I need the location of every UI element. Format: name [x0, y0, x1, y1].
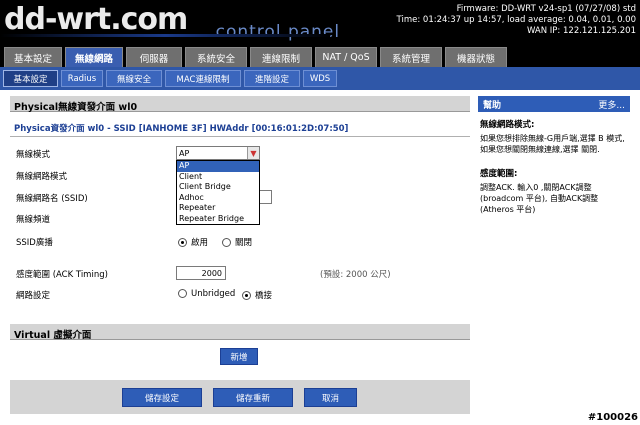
help-topic-sensitivity: 感度範圍: — [480, 169, 518, 179]
action-bar: 儲存設定 儲存重新 取消 — [10, 380, 470, 414]
add-virtual-button[interactable]: 新增 — [220, 348, 258, 365]
radio-bridged-label: 橋接 — [255, 291, 273, 301]
network-unbridged[interactable]: Unbridged — [178, 289, 235, 299]
fieldset-title: Physica資發介面 wl0 - SSID [IANHOME 3F] HWAd… — [14, 124, 349, 134]
ssid-broadcast-label: SSID廣播 — [16, 238, 53, 248]
ssid-broadcast-enable[interactable]: 啟用 — [178, 236, 208, 248]
channel-label: 無線頻道 — [16, 215, 51, 225]
firmware-version: Firmware: DD-WRT v24-sp1 (07/27/08) std — [456, 4, 636, 14]
help-text-sensitivity: 調整ACK. 輸入0 ,關閉ACK調整 (broadcom 平台), 自動ACK… — [480, 183, 599, 214]
settings-panel: Physical無線資發介面 wl0 Physica資發介面 wl0 - SSI… — [10, 96, 470, 381]
subtab-radius[interactable]: Radius — [61, 70, 103, 87]
ack-label: 感度範圍 (ACK Timing) — [16, 270, 108, 280]
radio-bridged[interactable] — [242, 291, 251, 300]
tab-administration[interactable]: 系統管理 — [380, 47, 442, 67]
radio-unbridged[interactable] — [178, 289, 187, 298]
help-header: 幫助 更多... — [478, 96, 630, 112]
subtab-advanced[interactable]: 進階設定 — [244, 70, 300, 87]
mode-option-ap[interactable]: AP — [177, 161, 259, 172]
radio-enable-label: 啟用 — [191, 238, 209, 248]
logo-band — [0, 34, 330, 37]
cancel-button[interactable]: 取消 — [304, 388, 357, 407]
apply-button[interactable]: 儲存重新 — [213, 388, 293, 407]
sub-tabs: 基本設定 Radius 無線安全 MAC連線限制 進階設定 WDS — [0, 67, 640, 90]
tab-status[interactable]: 機器狀態 — [445, 47, 507, 67]
tab-security[interactable]: 系統安全 — [185, 47, 247, 67]
ssid-input[interactable] — [258, 190, 272, 204]
dd-wrt-logo: dd-wrt.com — [4, 2, 188, 37]
content-area: Physical無線資發介面 wl0 Physica資發介面 wl0 - SSI… — [0, 90, 640, 425]
subtab-mac-filter[interactable]: MAC連線限制 — [165, 70, 241, 87]
main-tabs: 基本設定 無線網路 伺服器 系統安全 連線限制 NAT / QoS 系統管理 機… — [0, 45, 640, 67]
chevron-down-icon[interactable]: ▼ — [247, 147, 259, 159]
mode-option-repeater-bridge[interactable]: Repeater Bridge — [177, 214, 259, 225]
subtab-wds[interactable]: WDS — [303, 70, 337, 87]
tab-wireless[interactable]: 無線網路 — [65, 47, 123, 67]
mode-select-value: AP — [179, 148, 190, 158]
help-text-wireless-mode: 如果您想排除無線-G用戶端,選擇 B 模式,如果您想關閉無線連線,選擇 關閉. — [480, 134, 625, 154]
section-title: Physical無線資發介面 wl0 — [10, 96, 470, 113]
radio-disable-label: 關閉 — [235, 238, 253, 248]
help-panel: 幫助 更多... 無線網路模式: 如果您想排除無線-G用戶端,選擇 B 模式,如… — [478, 96, 630, 215]
fieldset-divider — [10, 136, 470, 137]
control-panel-label: ... control panel — [190, 22, 341, 42]
mode-dropdown: AP Client Client Bridge Adhoc Repeater R… — [176, 160, 260, 225]
tab-nat-qos[interactable]: NAT / QoS — [315, 47, 377, 67]
network-mode-label: 無線網路模式 — [16, 172, 68, 182]
tab-setup[interactable]: 基本設定 — [4, 47, 62, 67]
radio-unbridged-label: Unbridged — [191, 289, 236, 299]
ack-hint: (預設: 2000 公尺) — [320, 270, 391, 280]
help-body: 無線網路模式: 如果您想排除無線-G用戶端,選擇 B 模式,如果您想關閉無線連線… — [478, 120, 630, 215]
mode-select[interactable]: AP ▼ — [176, 146, 260, 160]
help-topic-wireless-mode: 無線網路模式: — [480, 120, 535, 130]
help-more-link[interactable]: 更多... — [598, 98, 625, 111]
tab-access-restrictions[interactable]: 連線限制 — [250, 47, 312, 67]
firmware-info: Firmware: DD-WRT v24-sp1 (07/27/08) std … — [397, 4, 636, 37]
network-bridged[interactable]: 橋接 — [242, 289, 272, 301]
wan-ip: WAN IP: 122.121.125.201 — [526, 26, 636, 36]
uptime: Time: 01:24:37 up 14:57, load average: 0… — [396, 15, 636, 25]
subtab-basic[interactable]: 基本設定 — [3, 70, 58, 87]
watermark: #100026 — [587, 412, 638, 423]
mode-option-adhoc[interactable]: Adhoc — [177, 193, 259, 204]
ssid-broadcast-disable[interactable]: 關閉 — [222, 236, 252, 248]
help-title: 幫助 — [483, 100, 502, 111]
subtab-wireless-security[interactable]: 無線安全 — [106, 70, 162, 87]
header: dd-wrt.com ... control panel Firmware: D… — [0, 0, 640, 45]
ssid-label: 無線網路名 (SSID) — [16, 194, 88, 204]
tab-services[interactable]: 伺服器 — [126, 47, 182, 67]
radio-disable[interactable] — [222, 238, 231, 247]
mode-option-repeater[interactable]: Repeater — [177, 203, 259, 214]
mode-option-client[interactable]: Client — [177, 172, 259, 183]
save-button[interactable]: 儲存設定 — [122, 388, 202, 407]
ack-input[interactable] — [176, 266, 226, 280]
mode-option-client-bridge[interactable]: Client Bridge — [177, 182, 259, 193]
mode-label: 無線模式 — [16, 150, 51, 160]
radio-enable[interactable] — [178, 238, 187, 247]
network-config-label: 網路設定 — [16, 291, 51, 301]
virtual-section-title: Virtual 虛擬介面 — [10, 324, 470, 341]
